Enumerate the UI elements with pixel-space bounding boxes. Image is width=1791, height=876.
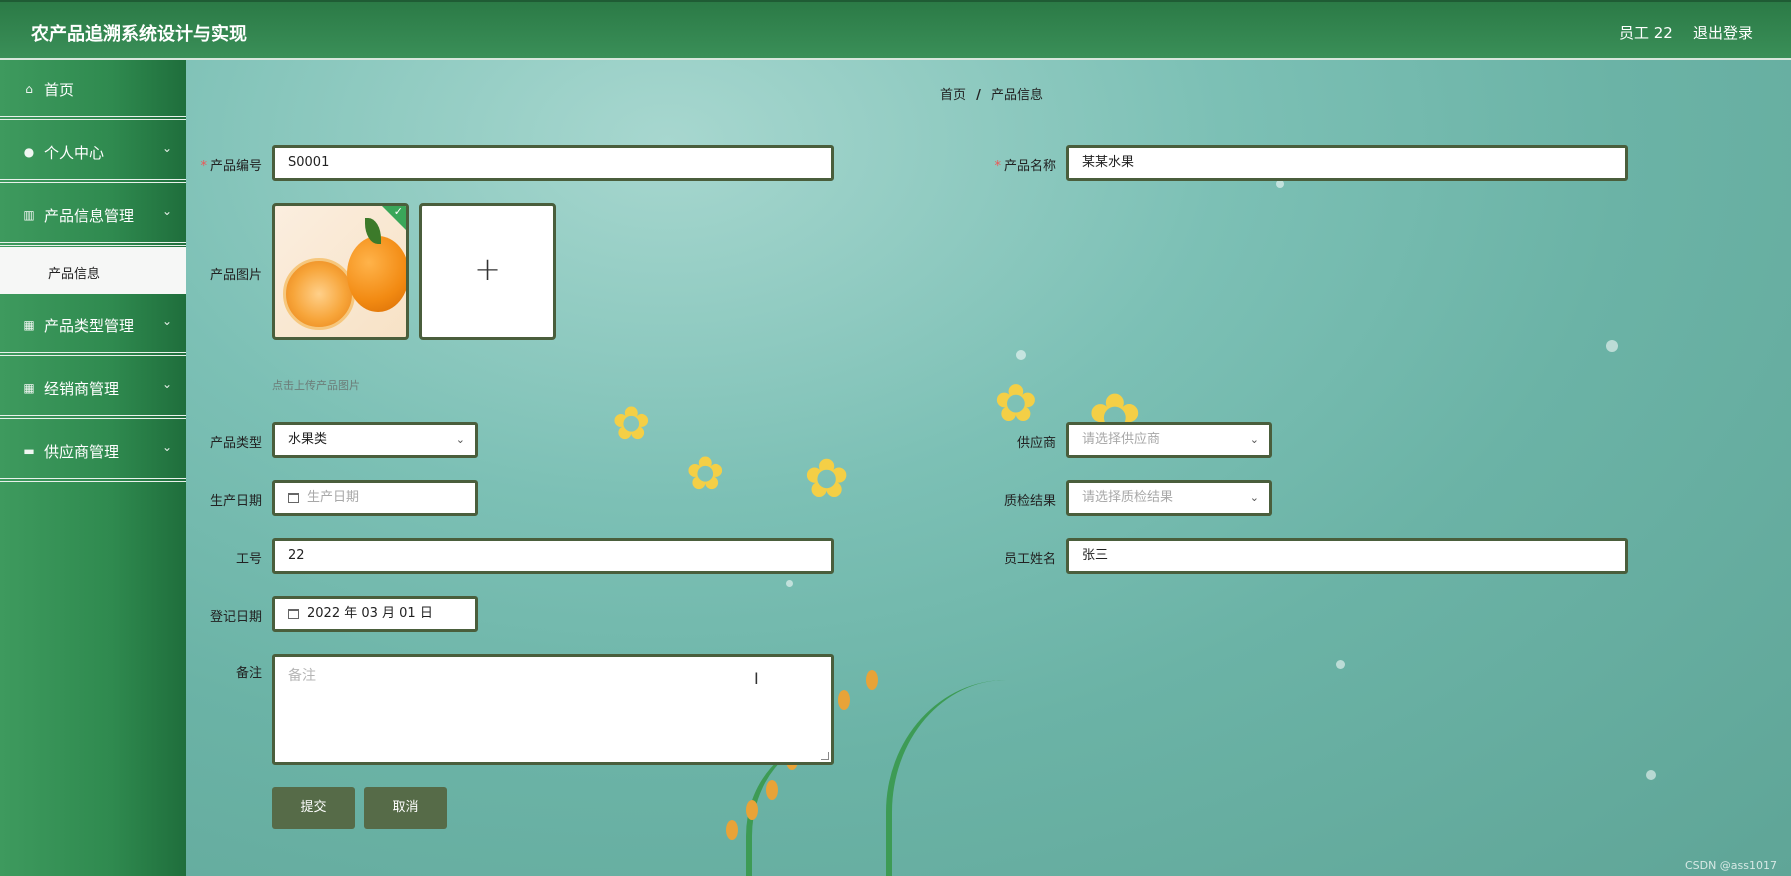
bokeh-dot: [1606, 340, 1618, 352]
top-bar: 农产品追溯系统设计与实现 员工 22 退出登录: [0, 0, 1791, 60]
home-icon: ⌂: [25, 82, 33, 96]
label-text: 产品编号: [209, 159, 262, 174]
check-icon: ✓: [393, 205, 403, 218]
main-content: ✿ ✿ ✿ ✿ ✿ 首页 / 产品信息 * 产品编号 S0001 * 产品名称 某某…: [186, 60, 1791, 876]
product-type-value: 水果类: [288, 432, 328, 447]
app-title: 农产品追溯系统设计与实现: [31, 24, 247, 45]
rice-grain: [766, 780, 778, 800]
register-date-label: 登记日期: [209, 610, 262, 625]
orange-graphic: [347, 236, 406, 312]
employee-id-input[interactable]: 22: [272, 538, 834, 574]
remark-placeholder: 备注: [288, 668, 316, 684]
chevron-down-icon: ⌄: [455, 433, 465, 446]
calendar-icon: [288, 608, 299, 619]
production-date-placeholder: 生产日期: [307, 490, 360, 505]
quality-result-label: 质检结果: [1003, 494, 1056, 509]
rice-stalk: [886, 680, 1086, 876]
submit-button[interactable]: 提交: [272, 787, 355, 829]
required-asterisk: *: [994, 159, 1001, 174]
monitor-icon: ▬: [23, 444, 35, 458]
sidebar-item-label: 个人中心: [44, 144, 105, 162]
breadcrumb-current: 产品信息: [991, 88, 1044, 103]
plus-icon: +: [474, 250, 501, 288]
sidebar-item-label: 产品类型管理: [44, 317, 135, 335]
register-date-picker[interactable]: 2022 年 03 月 01 日: [272, 596, 478, 632]
sidebar-item-supplier-management[interactable]: ▬ 供应商管理 ⌄: [0, 422, 186, 482]
sidebar-item-product-info-management[interactable]: ▥ 产品信息管理 ⌄: [0, 186, 186, 246]
sidebar-item-personal-center[interactable]: ● 个人中心 ⌄: [0, 123, 186, 183]
calendar-icon: [288, 492, 299, 503]
sidebar-item-home[interactable]: ⌂ 首页: [0, 60, 186, 120]
sidebar-item-label: 首页: [44, 81, 75, 99]
sidebar-item-label: 产品信息管理: [44, 207, 135, 225]
product-type-select[interactable]: 水果类 ⌄: [272, 422, 478, 458]
chevron-down-icon: ⌄: [161, 377, 172, 391]
user-icon: ●: [23, 145, 35, 159]
production-date-picker[interactable]: 生产日期: [272, 480, 478, 516]
product-code-input[interactable]: S0001: [272, 145, 834, 181]
current-user[interactable]: 员工 22: [1619, 22, 1673, 43]
employee-name-input[interactable]: 张三: [1066, 538, 1628, 574]
bokeh-dot: [786, 580, 793, 587]
rice-grain: [838, 690, 850, 710]
bokeh-dot: [1646, 770, 1656, 780]
product-image-thumbnail[interactable]: ✓: [272, 203, 409, 340]
quality-result-select[interactable]: 请选择质检结果 ⌄: [1066, 480, 1272, 516]
grid-icon: ▦: [23, 381, 35, 395]
chevron-down-icon: ⌄: [161, 141, 172, 155]
grid-icon: ▦: [23, 318, 35, 332]
rice-grain: [866, 670, 878, 690]
product-image-label: 产品图片: [209, 268, 262, 283]
bokeh-dot: [1016, 350, 1026, 360]
supplier-label: 供应商: [1016, 436, 1056, 451]
chevron-down-icon: ⌄: [161, 204, 172, 218]
register-date-value: 2022 年 03 月 01 日: [307, 606, 433, 621]
employee-id-label: 工号: [235, 552, 262, 567]
rice-grain: [746, 800, 758, 820]
flower-decoration: ✿: [804, 447, 850, 510]
bars-icon: ▥: [23, 208, 35, 222]
supplier-select[interactable]: 请选择供应商 ⌄: [1066, 422, 1272, 458]
sidebar-subitem-label: 产品信息: [48, 267, 101, 282]
sidebar-item-product-type-management[interactable]: ▦ 产品类型管理 ⌄: [0, 296, 186, 356]
sidebar-item-label: 经销商管理: [44, 380, 120, 398]
sidebar-subitem-product-info[interactable]: 产品信息: [0, 247, 186, 294]
image-upload-button[interactable]: +: [419, 203, 556, 340]
remark-textarea[interactable]: 备注: [272, 654, 834, 765]
breadcrumb: 首页 / 产品信息: [940, 84, 1043, 103]
orange-slice-graphic: [283, 258, 355, 330]
flower-decoration: ✿: [686, 446, 725, 500]
flower-decoration: ✿: [994, 374, 1038, 434]
production-date-label: 生产日期: [209, 494, 262, 509]
rice-grain: [726, 820, 738, 840]
breadcrumb-separator: /: [976, 88, 981, 103]
resize-handle[interactable]: [821, 752, 829, 760]
sidebar-item-dealer-management[interactable]: ▦ 经销商管理 ⌄: [0, 359, 186, 419]
chevron-down-icon: ⌄: [161, 314, 172, 328]
cancel-button[interactable]: 取消: [364, 787, 447, 829]
flower-decoration: ✿: [612, 396, 651, 450]
product-name-label: * 产品名称: [986, 155, 1056, 174]
sidebar: ⌂ 首页 ● 个人中心 ⌄ ▥ 产品信息管理 ⌄ 产品信息 ▦ 产品类型管理 ⌄…: [0, 60, 186, 876]
chevron-down-icon: ⌄: [161, 440, 172, 454]
breadcrumb-home[interactable]: 首页: [940, 88, 966, 103]
upload-hint: 点击上传产品图片: [272, 379, 360, 392]
required-asterisk: *: [200, 159, 207, 174]
employee-name-label: 员工姓名: [1003, 552, 1056, 567]
product-type-label: 产品类型: [209, 436, 262, 451]
label-text: 产品名称: [1003, 159, 1056, 174]
remark-label: 备注: [235, 666, 262, 681]
product-code-label: * 产品编号: [192, 155, 262, 174]
bokeh-dot: [1336, 660, 1345, 669]
quality-result-placeholder: 请选择质检结果: [1082, 490, 1174, 505]
text-cursor-icon: I: [754, 669, 759, 688]
logout-link[interactable]: 退出登录: [1693, 22, 1753, 43]
bokeh-dot: [1276, 180, 1284, 188]
chevron-down-icon: ⌄: [1249, 433, 1259, 446]
watermark: CSDN @ass1017: [1684, 859, 1777, 872]
supplier-placeholder: 请选择供应商: [1082, 432, 1161, 447]
chevron-down-icon: ⌄: [1249, 491, 1259, 504]
product-name-input[interactable]: 某某水果: [1066, 145, 1628, 181]
sidebar-item-label: 供应商管理: [44, 443, 120, 461]
